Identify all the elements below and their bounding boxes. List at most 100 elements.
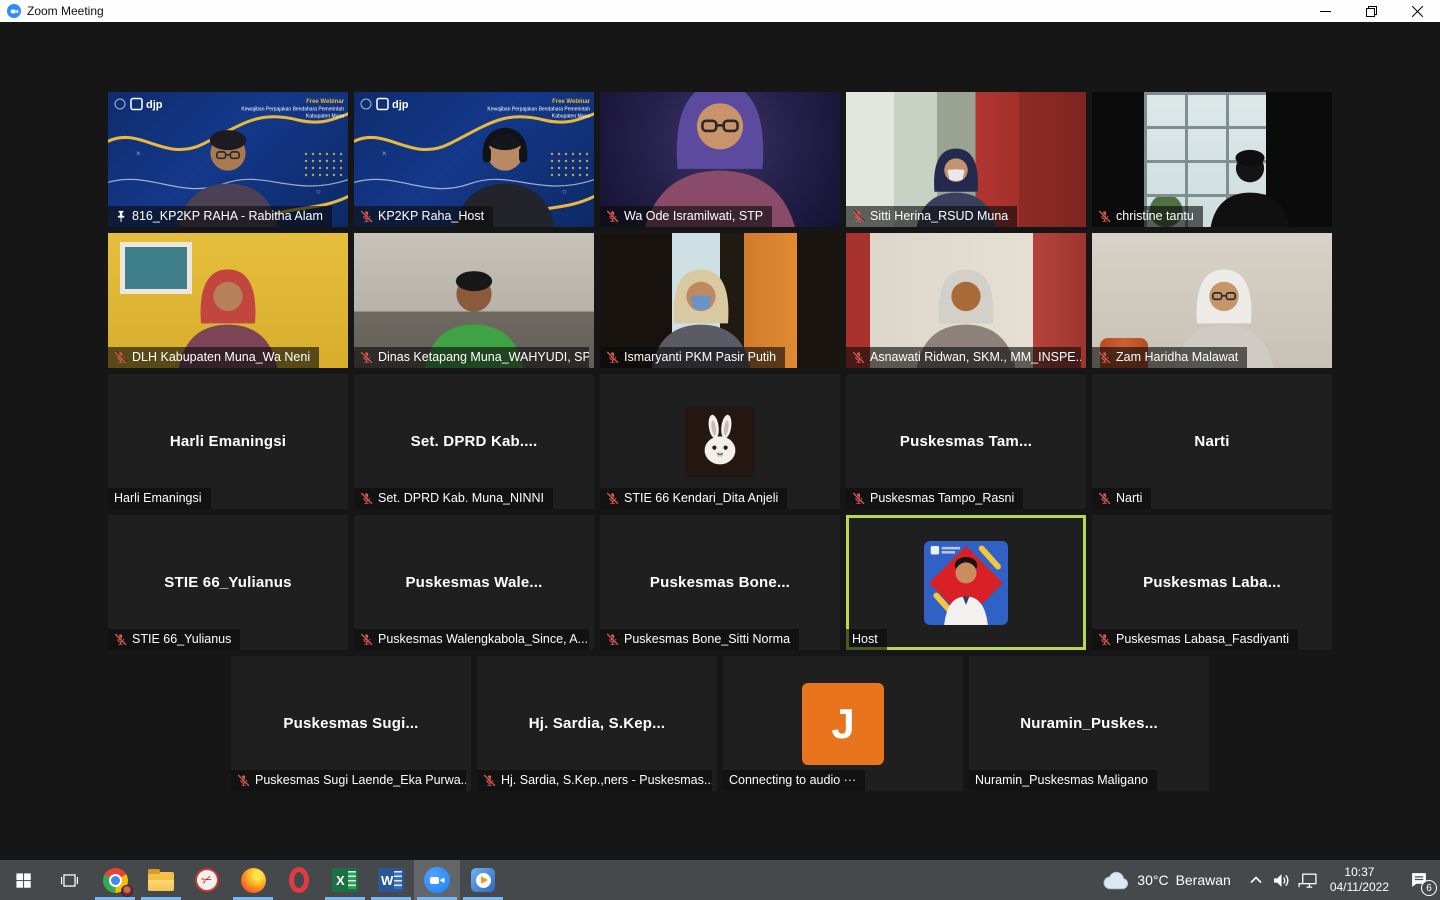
taskbar-opera[interactable] <box>276 860 322 900</box>
participant-tile[interactable]: djp Free Webinar Kewajiban Perpajakan Be… <box>354 92 594 227</box>
participant-name-text: Connecting to audio ··· <box>729 773 856 787</box>
participant-name-text: Puskesmas Tampo_Rasni <box>870 491 1014 505</box>
rabbit-avatar <box>685 407 755 477</box>
participant-label: Narti <box>1092 488 1151 509</box>
participant-tile[interactable]: Harli EmaningsiHarli Emaningsi <box>108 374 348 509</box>
close-button[interactable] <box>1394 0 1440 22</box>
network-button[interactable] <box>1295 860 1321 900</box>
participant-tile[interactable]: Sitti Herina_RSUD Muna <box>846 92 1086 227</box>
participant-tile[interactable]: Puskesmas Bone...Puskesmas Bone_Sitti No… <box>600 515 840 650</box>
participant-label: Ismaryanti PKM Pasir Putih <box>600 347 785 368</box>
start-button[interactable] <box>0 860 46 900</box>
participant-label: DLH Kabupaten Muna_Wa Neni <box>108 347 319 368</box>
participant-tile[interactable]: Hj. Sardia, S.Kep...Hj. Sardia, S.Kep.,n… <box>477 656 717 791</box>
taskbar-media-player[interactable] <box>460 860 506 900</box>
participant-label: Puskesmas Bone_Sitti Norma <box>600 629 799 650</box>
participant-label: Wa Ode Isramilwati, STP <box>600 206 772 227</box>
participant-tile[interactable]: STIE 66 Kendari_Dita Anjeli <box>600 374 840 509</box>
meeting-stage: djp Free Webinar Kewajiban Perpajakan Be… <box>0 22 1440 860</box>
svg-text:Free Webinar: Free Webinar <box>552 99 591 105</box>
participant-row: DLH Kabupaten Muna_Wa Neni Dinas Ketapang… <box>0 233 1440 368</box>
participant-name-text: Dinas Ketapang Muna_WAHYUDI, SP <box>378 350 589 364</box>
participant-name-text: Nuramin_Puskesmas Maligano <box>975 773 1148 787</box>
participant-row: Puskesmas Sugi...Puskesmas Sugi Laende_E… <box>0 656 1440 791</box>
muted-mic-icon <box>483 774 496 787</box>
taskbar-chrome[interactable] <box>92 860 138 900</box>
muted-mic-icon <box>606 351 619 364</box>
participant-row: STIE 66_YulianusSTIE 66_YulianusPuskesma… <box>0 515 1440 650</box>
participant-label: STIE 66_Yulianus <box>108 629 240 650</box>
participant-label: Set. DPRD Kab. Muna_NINNI <box>354 488 553 509</box>
taskbar-zoom[interactable] <box>414 860 460 900</box>
svg-text:○: ○ <box>316 187 321 196</box>
participant-tile[interactable]: Ismaryanti PKM Pasir Putih <box>600 233 840 368</box>
volume-button[interactable] <box>1269 860 1295 900</box>
muted-mic-icon <box>1098 351 1111 364</box>
muted-mic-icon <box>114 633 127 646</box>
zoom-taskbar-icon <box>424 867 450 893</box>
participant-tile[interactable]: Nuramin_Puskes...Nuramin_Puskesmas Malig… <box>969 656 1209 791</box>
taskbar-file-explorer[interactable] <box>138 860 184 900</box>
windows-start-icon <box>15 872 32 889</box>
notification-count-badge: 6 <box>1421 880 1437 896</box>
participant-label: STIE 66 Kendari_Dita Anjeli <box>600 488 787 509</box>
participant-name-text: Ismaryanti PKM Pasir Putih <box>624 350 776 364</box>
task-view-button[interactable] <box>46 860 92 900</box>
participant-tile[interactable]: STIE 66_YulianusSTIE 66_Yulianus <box>108 515 348 650</box>
participant-name-text: DLH Kabupaten Muna_Wa Neni <box>132 350 310 364</box>
participant-tile[interactable]: Dinas Ketapang Muna_WAHYUDI, SP <box>354 233 594 368</box>
participant-tile[interactable]: djp Free Webinar Kewajiban Perpajakan Be… <box>108 92 348 227</box>
taskbar-excel[interactable]: X <box>322 860 368 900</box>
participant-label: christine tantu <box>1092 206 1203 227</box>
participant-name-text: KP2KP Raha_Host <box>378 209 484 223</box>
clock[interactable]: 10:37 04/11/2022 <box>1321 860 1398 900</box>
word-icon: W <box>378 868 404 892</box>
participant-label: Asnawati Ridwan, SKM., MM_INSPE... <box>846 347 1081 368</box>
media-player-icon <box>471 868 495 892</box>
network-icon <box>1298 873 1317 888</box>
taskbar-snip-sketch[interactable]: ✂ <box>184 860 230 900</box>
muted-mic-icon <box>1098 633 1111 646</box>
participant-name-text: STIE 66_Yulianus <box>132 632 231 646</box>
participant-name-text: Zam Haridha Malawat <box>1116 350 1238 364</box>
restore-button[interactable] <box>1348 0 1394 22</box>
host-profile-avatar <box>924 541 1008 625</box>
speaker-icon <box>1273 873 1290 888</box>
taskbar-spacer <box>506 860 1091 900</box>
window-title: Zoom Meeting <box>27 4 104 18</box>
participant-name-text: Puskesmas Labasa_Fasdiyanti <box>1116 632 1289 646</box>
participant-row: djp Free Webinar Kewajiban Perpajakan Be… <box>0 92 1440 227</box>
participant-tile[interactable]: Puskesmas Wale...Puskesmas Walengkabola_… <box>354 515 594 650</box>
participant-name-text: Puskesmas Sugi Laende_Eka Purwa... <box>255 773 466 787</box>
taskbar-firefox[interactable] <box>230 860 276 900</box>
window-titlebar: Zoom Meeting <box>0 0 1440 22</box>
participant-label: KP2KP Raha_Host <box>354 206 493 227</box>
muted-mic-icon <box>606 210 619 223</box>
participant-tile[interactable]: christine tantu <box>1092 92 1332 227</box>
participant-name-text: Narti <box>1116 491 1142 505</box>
participant-tile[interactable]: DLH Kabupaten Muna_Wa Neni <box>108 233 348 368</box>
participant-tile[interactable]: Set. DPRD Kab....Set. DPRD Kab. Muna_NIN… <box>354 374 594 509</box>
zoom-app-icon <box>7 4 21 18</box>
participant-label: Zam Haridha Malawat <box>1092 347 1247 368</box>
participant-tile[interactable]: NartiNarti <box>1092 374 1332 509</box>
participant-tile[interactable]: Asnawati Ridwan, SKM., MM_INSPE... <box>846 233 1086 368</box>
action-center-button[interactable]: 6 <box>1398 860 1440 900</box>
file-explorer-icon <box>148 872 174 891</box>
minimize-button[interactable] <box>1302 0 1348 22</box>
muted-mic-icon <box>852 351 865 364</box>
participant-label: Sitti Herina_RSUD Muna <box>846 206 1017 227</box>
participant-tile[interactable]: Wa Ode Isramilwati, STP <box>600 92 840 227</box>
tray-expand-button[interactable] <box>1243 860 1269 900</box>
participant-tile[interactable]: Host <box>846 515 1086 650</box>
participant-tile[interactable]: Puskesmas Tam...Puskesmas Tampo_Rasni <box>846 374 1086 509</box>
weather-widget[interactable]: 30°C Berawan <box>1091 860 1243 900</box>
participant-tile[interactable]: Zam Haridha Malawat <box>1092 233 1332 368</box>
taskbar-word[interactable]: W <box>368 860 414 900</box>
participant-tile[interactable]: Puskesmas Sugi...Puskesmas Sugi Laende_E… <box>231 656 471 791</box>
muted-mic-icon <box>360 351 373 364</box>
participant-tile[interactable]: Puskesmas Laba...Puskesmas Labasa_Fasdiy… <box>1092 515 1332 650</box>
participant-tile[interactable]: JConnecting to audio ··· <box>723 656 963 791</box>
svg-text:Kewajiban Perpajakan Bendahara: Kewajiban Perpajakan Bendahara Pemerinta… <box>241 107 344 113</box>
svg-text:Free Webinar: Free Webinar <box>306 99 345 105</box>
